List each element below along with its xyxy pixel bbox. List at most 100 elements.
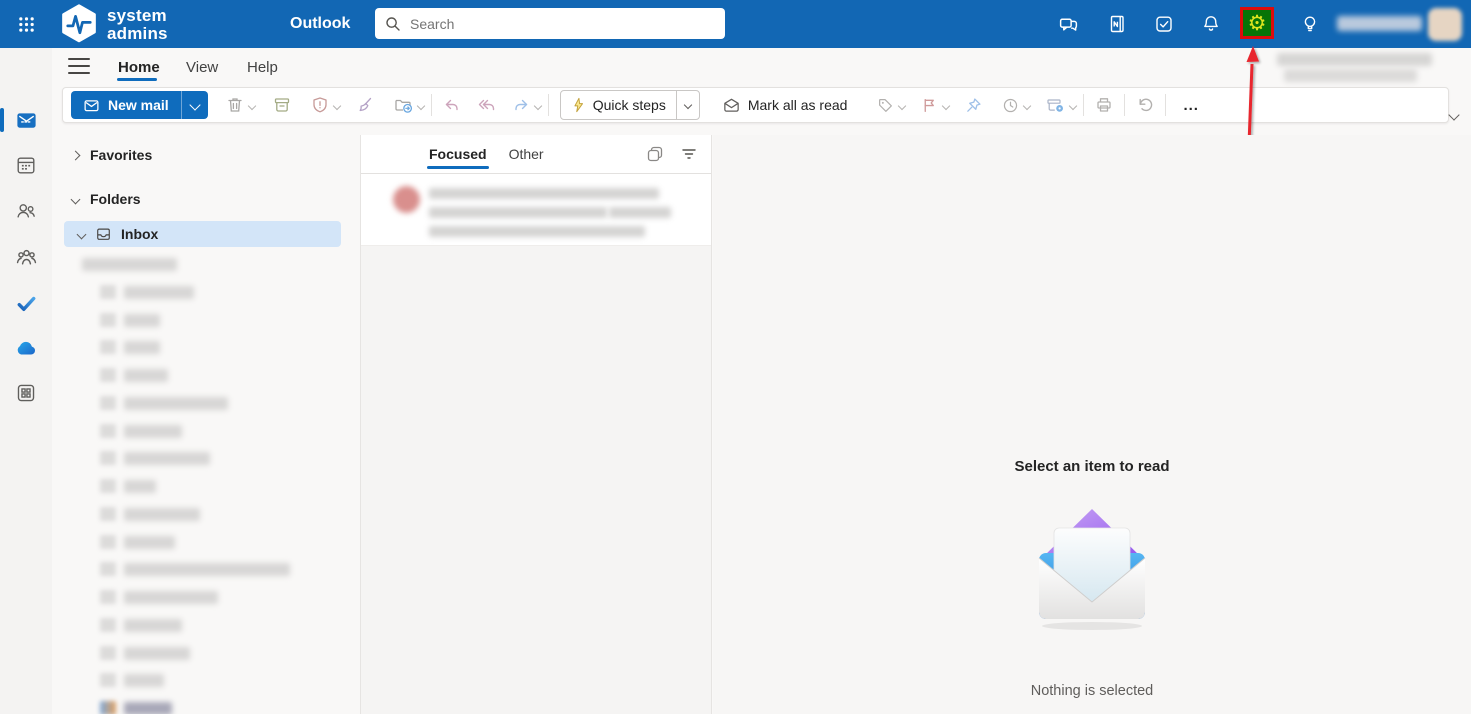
- chevron-right-icon[interactable]: [70, 150, 80, 160]
- tab-view[interactable]: View: [186, 54, 218, 80]
- app-launcher-icon[interactable]: [10, 8, 42, 40]
- quick-steps-button[interactable]: Quick steps: [561, 91, 676, 119]
- rail-groups-icon[interactable]: [0, 237, 52, 277]
- folders-label: Folders: [90, 191, 141, 207]
- mark-all-read-button[interactable]: Mark all as read: [714, 91, 856, 119]
- chevron-down-icon[interactable]: [70, 194, 80, 204]
- todo-icon[interactable]: [1144, 0, 1184, 48]
- folder-item-redacted[interactable]: [82, 256, 177, 272]
- flag-button[interactable]: [917, 91, 942, 119]
- folder-item-redacted[interactable]: [100, 423, 182, 439]
- forward-button[interactable]: [508, 91, 534, 119]
- more-options-button[interactable]: ...: [1173, 97, 1209, 114]
- new-mail-dropdown[interactable]: [180, 91, 208, 119]
- quick-steps-dropdown[interactable]: [675, 91, 699, 119]
- undo-button[interactable]: [1132, 91, 1158, 119]
- folder-item-redacted[interactable]: [100, 506, 200, 522]
- categorize-dropdown[interactable]: [898, 96, 907, 114]
- mail-read-icon: [724, 98, 739, 112]
- tab-help[interactable]: Help: [247, 54, 278, 80]
- folder-item-redacted[interactable]: [100, 367, 168, 383]
- folder-item-redacted[interactable]: [100, 672, 164, 688]
- categorize-button[interactable]: [873, 91, 898, 119]
- folder-item-redacted[interactable]: [100, 561, 290, 577]
- reply-all-button[interactable]: [473, 91, 500, 119]
- rail-people-icon[interactable]: [0, 191, 52, 231]
- folder-item-redacted[interactable]: [100, 312, 160, 328]
- brand-logo[interactable]: system admins: [60, 4, 168, 46]
- snooze-dropdown[interactable]: [1023, 96, 1032, 114]
- folder-item-redacted[interactable]: [100, 617, 182, 633]
- folder-label-redacted: [124, 368, 168, 382]
- print-button[interactable]: [1091, 91, 1117, 119]
- sender-avatar-redacted: [393, 186, 420, 213]
- chevron-down-icon[interactable]: [76, 229, 86, 239]
- move-to-dropdown[interactable]: [416, 96, 425, 114]
- sweep-button[interactable]: [352, 91, 378, 119]
- folders-section[interactable]: Folders: [70, 191, 141, 207]
- folder-item-redacted[interactable]: [100, 645, 190, 661]
- delete-dropdown[interactable]: [247, 96, 256, 114]
- rules-button[interactable]: [1042, 91, 1069, 119]
- folder-icon-redacted: [100, 340, 116, 354]
- folder-icon-redacted: [100, 673, 116, 687]
- folder-item-redacted[interactable]: [100, 534, 175, 550]
- email-list-item[interactable]: [361, 174, 711, 246]
- rules-dropdown[interactable]: [1069, 96, 1078, 114]
- flag-dropdown[interactable]: [942, 96, 951, 114]
- rail-more-apps-icon[interactable]: [0, 373, 52, 413]
- rail-onedrive-icon[interactable]: [0, 329, 52, 369]
- snooze-button[interactable]: [998, 91, 1023, 119]
- onenote-icon[interactable]: [1097, 0, 1137, 48]
- folder-label-redacted: [124, 535, 175, 549]
- folder-item-redacted[interactable]: [100, 450, 210, 466]
- quick-steps-split-button[interactable]: Quick steps: [559, 90, 700, 120]
- empty-state-title: Select an item to read: [1014, 458, 1170, 475]
- report-button[interactable]: [307, 91, 333, 119]
- folder-label-redacted: [124, 618, 182, 632]
- folder-icon-redacted: [100, 590, 116, 604]
- nav-toggle-hamburger-icon[interactable]: [68, 56, 90, 76]
- pin-button[interactable]: [961, 91, 986, 119]
- settings-gear-highlight[interactable]: ⚙: [1240, 7, 1274, 39]
- folder-item-redacted[interactable]: [100, 589, 218, 605]
- new-mail-button[interactable]: New mail: [71, 91, 181, 119]
- folder-item-inbox[interactable]: Inbox: [64, 221, 341, 247]
- report-dropdown[interactable]: [332, 96, 341, 114]
- notifications-bell-icon[interactable]: [1191, 0, 1231, 48]
- ribbon-divider: [1124, 94, 1126, 116]
- quick-steps-label: Quick steps: [592, 97, 666, 113]
- rail-calendar-icon[interactable]: [0, 145, 52, 185]
- folder-item-redacted[interactable]: [100, 339, 160, 355]
- new-mail-split-button[interactable]: New mail: [71, 91, 208, 119]
- folder-item-redacted[interactable]: [100, 478, 156, 494]
- move-to-button[interactable]: [390, 91, 417, 119]
- ribbon-divider: [430, 94, 432, 116]
- folder-item-redacted[interactable]: [100, 395, 228, 411]
- folder-item-redacted[interactable]: [100, 284, 194, 300]
- rail-todo-check-icon[interactable]: [0, 283, 52, 323]
- ribbon-divider: [1165, 94, 1167, 116]
- avatar[interactable]: [1428, 8, 1462, 41]
- folder-icon-redacted: [100, 424, 116, 438]
- tips-lightbulb-icon[interactable]: [1290, 0, 1330, 48]
- delete-button[interactable]: [222, 91, 248, 119]
- teams-chat-icon[interactable]: [1048, 0, 1088, 48]
- favorites-section[interactable]: Favorites: [70, 147, 152, 163]
- left-app-rail: [0, 48, 52, 714]
- tab-home[interactable]: Home: [118, 54, 160, 80]
- tab-other[interactable]: Other: [509, 135, 544, 173]
- tab-focused[interactable]: Focused: [427, 135, 489, 173]
- folder-icon-redacted: [100, 285, 116, 299]
- reply-button[interactable]: [439, 91, 465, 119]
- archive-button[interactable]: [269, 91, 295, 119]
- ribbon-collapse-chevron[interactable]: [1448, 106, 1460, 124]
- select-messages-icon[interactable]: [647, 146, 663, 162]
- rail-mail-icon[interactable]: [0, 100, 52, 140]
- filter-icon[interactable]: [681, 147, 697, 161]
- folder-item-redacted[interactable]: [100, 700, 172, 714]
- search-input[interactable]: [408, 14, 715, 33]
- search-bar[interactable]: [375, 8, 725, 39]
- folder-label-redacted: [82, 257, 177, 271]
- forward-dropdown[interactable]: [533, 96, 542, 114]
